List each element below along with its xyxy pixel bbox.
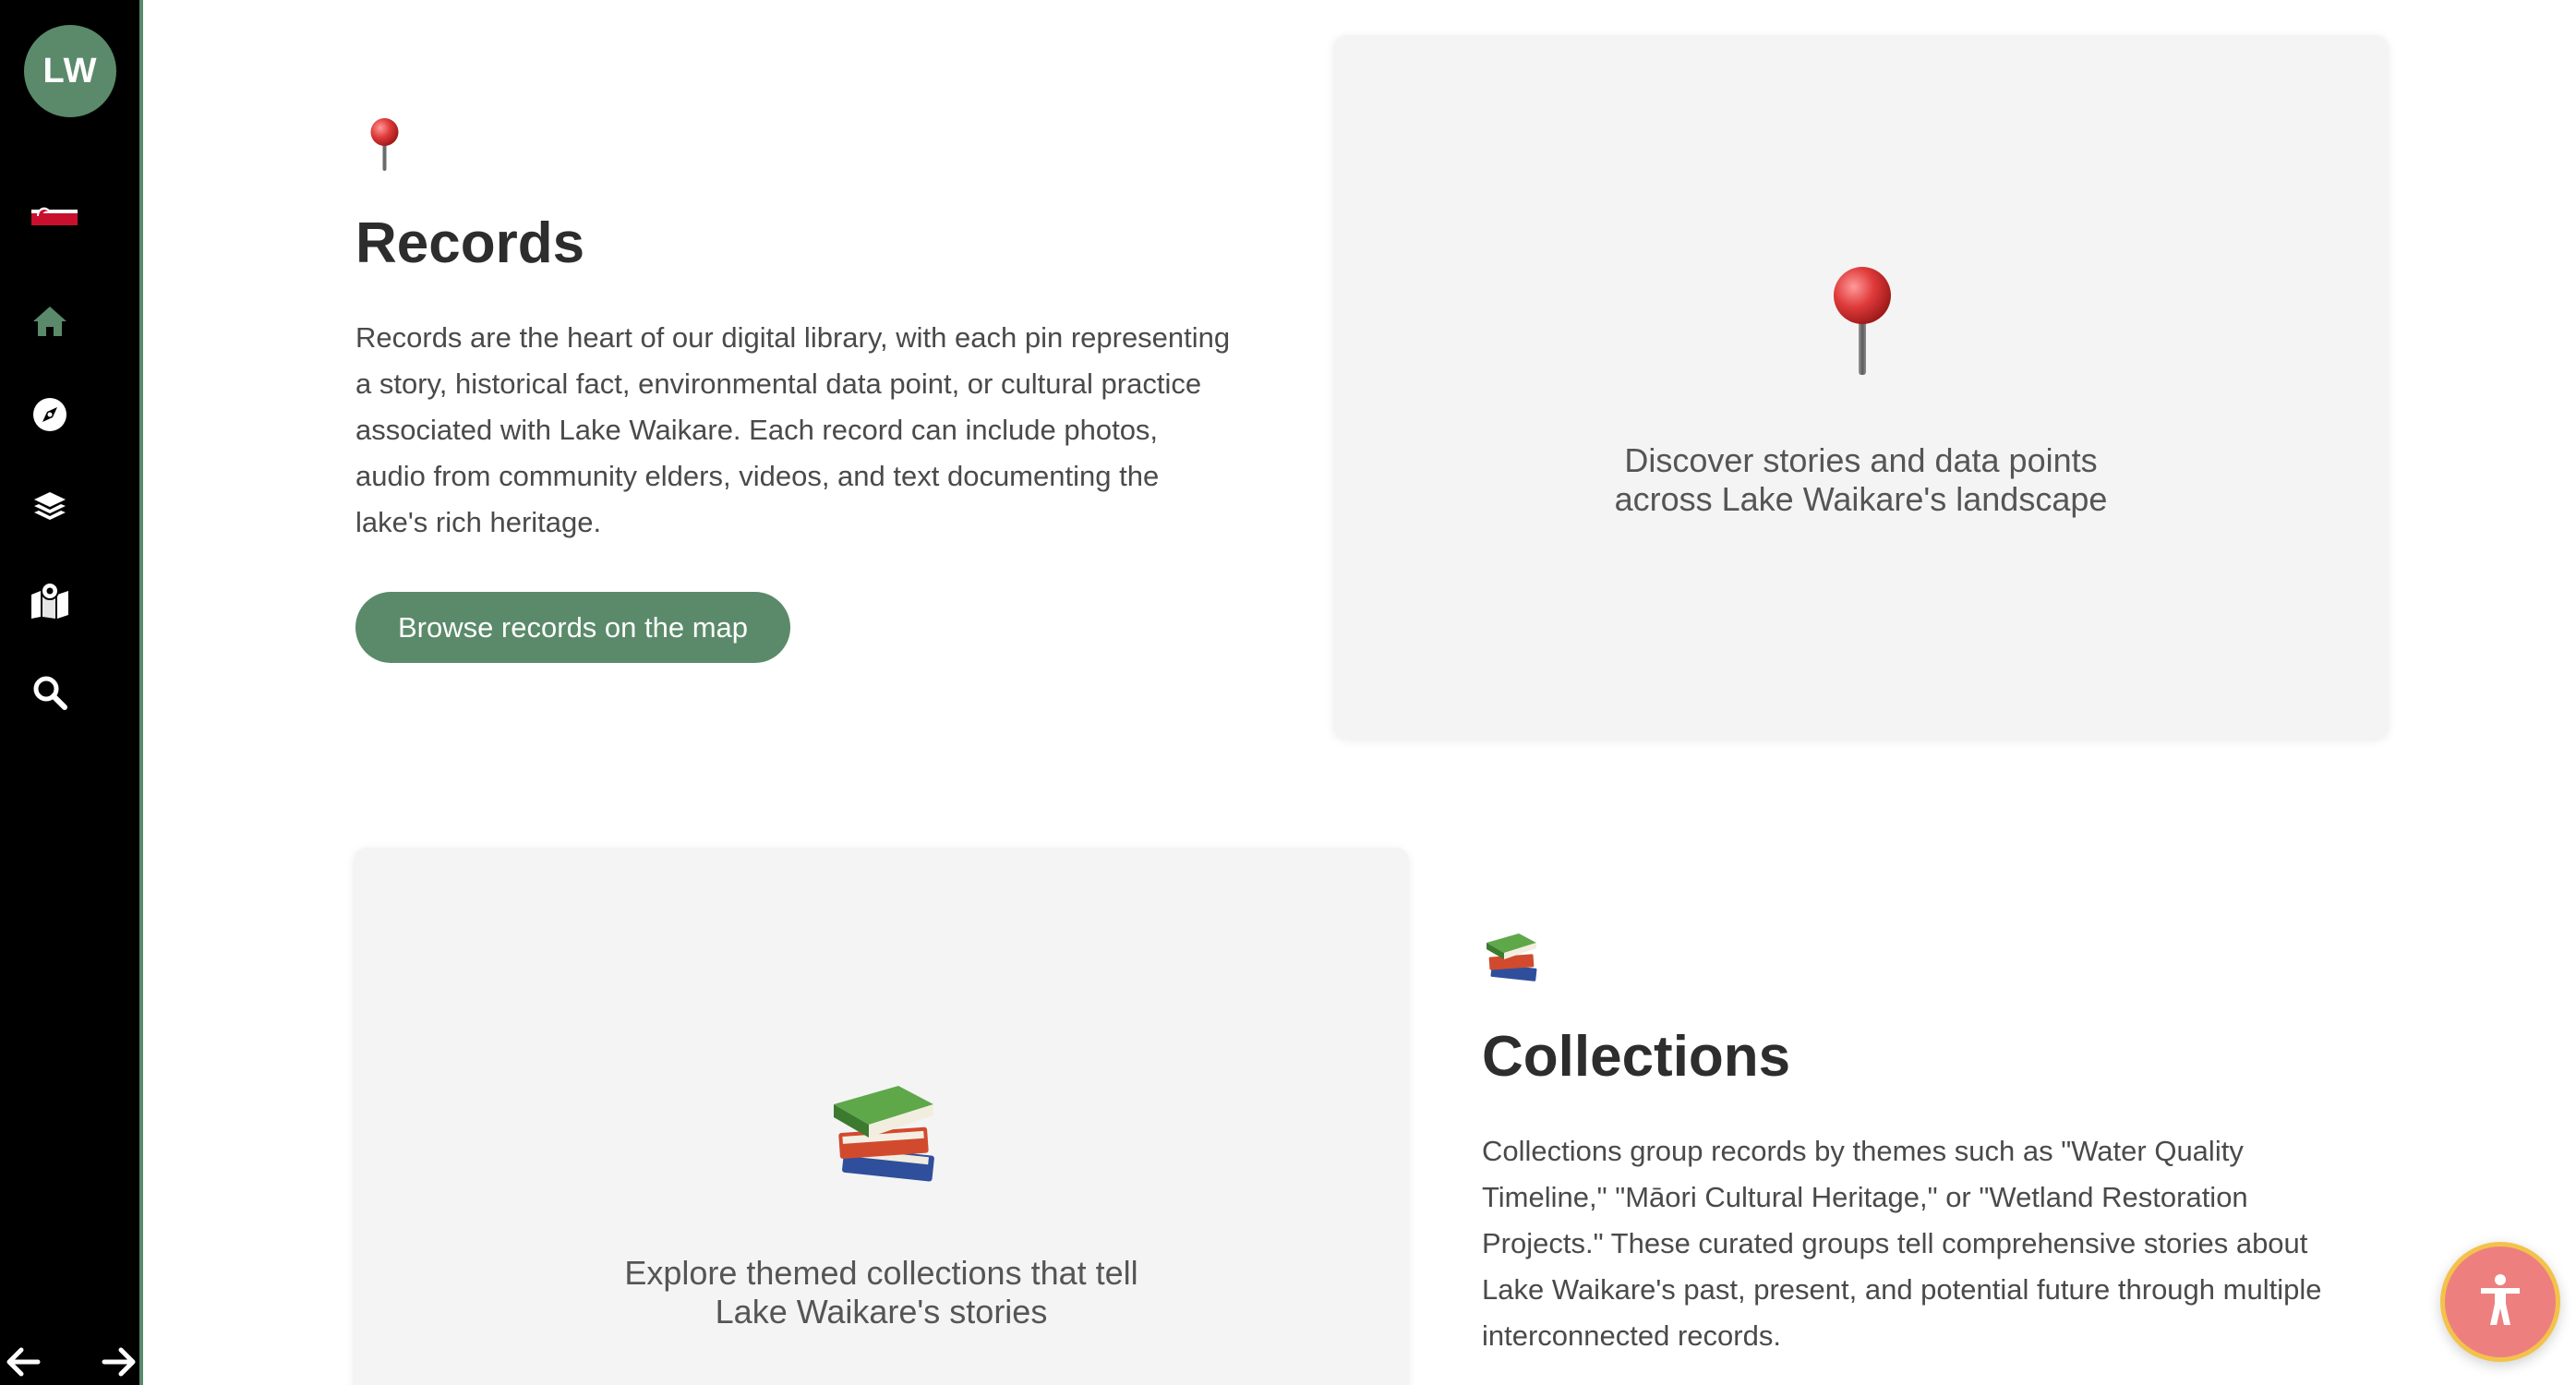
caption-line: across Lake Waikare's landscape — [1614, 480, 2108, 518]
compass-icon[interactable] — [26, 391, 74, 439]
pushpin-icon — [1830, 266, 1895, 381]
records-card: Discover stories and data points across … — [1333, 35, 2389, 739]
records-card-caption: Discover stories and data points across … — [1333, 441, 2389, 519]
collections-title: Collections — [1482, 1025, 1791, 1089]
search-icon[interactable] — [26, 668, 74, 717]
text-line: Projects." These curated groups tell com… — [1482, 1227, 2308, 1259]
browse-records-button[interactable]: Browse records on the map — [355, 592, 790, 663]
text-line: Collections group records by themes such… — [1482, 1135, 2244, 1167]
collections-card: Explore themed collections that tell Lak… — [354, 848, 1409, 1385]
home-icon[interactable] — [26, 297, 74, 345]
text-line: Records are the heart of our digital lib… — [355, 321, 1231, 354]
text-line: Timeline," "Māori Cultural Heritage," or… — [1482, 1181, 2248, 1213]
collections-description: Collections group records by themes such… — [1482, 1128, 2424, 1359]
caption-line: Explore themed collections that tell — [624, 1254, 1138, 1292]
arrow-left-icon[interactable] — [2, 1341, 44, 1383]
books-icon — [826, 1080, 937, 1196]
text-line: interconnected records. — [1482, 1319, 1781, 1352]
pushpin-icon — [367, 117, 403, 177]
text-line: lake's rich heritage. — [355, 506, 602, 538]
collections-card-caption: Explore themed collections that tell Lak… — [354, 1254, 1409, 1331]
books-icon — [1483, 931, 1538, 991]
text-line: a story, historical fact, environmental … — [355, 367, 1202, 400]
flag-icon[interactable] — [31, 198, 78, 225]
caption-line: Discover stories and data points — [1624, 441, 2098, 479]
caption-line: Lake Waikare's stories — [715, 1293, 1048, 1331]
records-title: Records — [355, 211, 585, 275]
records-description: Records are the heart of our digital lib… — [355, 315, 1279, 546]
text-line: audio from community elders, videos, and… — [355, 460, 1160, 492]
accessibility-person-icon — [2477, 1273, 2523, 1331]
sidebar: LW — [0, 0, 143, 1385]
accessibility-button[interactable] — [2440, 1242, 2560, 1362]
text-line: associated with Lake Waikare. Each recor… — [355, 414, 1159, 446]
map-pin-icon[interactable] — [26, 576, 74, 624]
text-line: Lake Waikare's past, present, and potent… — [1482, 1273, 2322, 1306]
layers-icon[interactable] — [26, 483, 74, 531]
arrow-right-icon[interactable] — [98, 1341, 140, 1383]
avatar[interactable]: LW — [24, 25, 116, 117]
